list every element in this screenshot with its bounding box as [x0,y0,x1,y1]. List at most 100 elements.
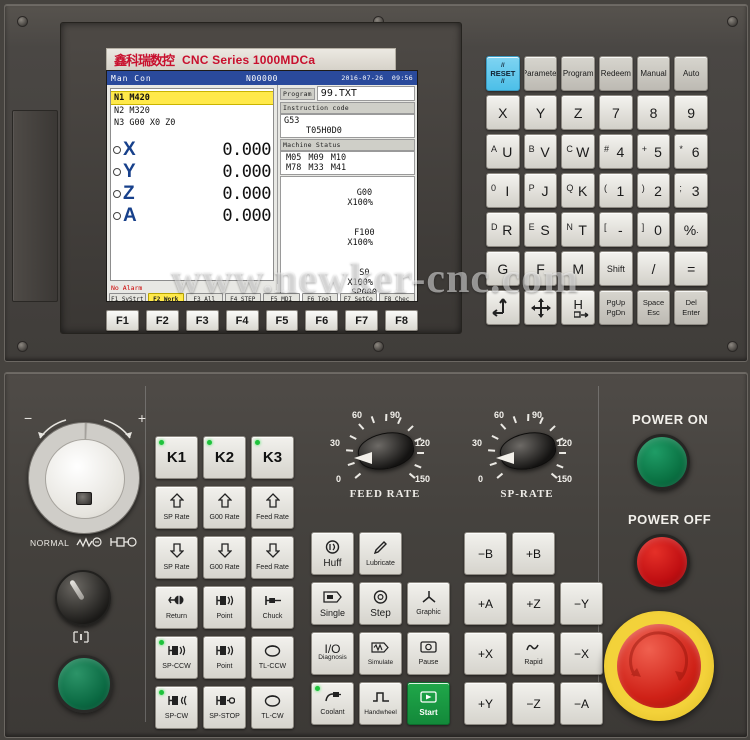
key-6[interactable]: * 6 [674,134,709,169]
key-9[interactable]: 9 [674,95,709,130]
huff-button[interactable]: Huff [311,532,354,575]
program-key[interactable]: Program [561,56,596,91]
key-5[interactable]: +5 [636,134,671,169]
key-minus[interactable]: [- [599,212,633,247]
spindle-cw-button[interactable]: SP-CW [155,686,198,729]
jog-plus-b[interactable]: +B [512,532,555,575]
key-7[interactable]: 7 [599,95,633,130]
return-button[interactable]: Return [155,586,198,629]
key-i[interactable]: 0I [486,173,520,208]
softkey-f8[interactable]: F8 Chec [378,293,415,301]
function-key-f4[interactable]: F4 [225,310,259,331]
manual-key[interactable]: Manual [636,56,671,91]
spindle-rate-dial[interactable]: 0 30 60 90 120 150 SP-RATE [452,400,602,500]
parameter-key[interactable]: Parameter [523,56,558,91]
g00-rate-down-button[interactable]: G00 Rate [203,536,246,579]
point-button[interactable]: Point [203,586,246,629]
k3-button[interactable]: K3 [251,436,294,479]
graphic-button[interactable]: Graphic [407,582,450,625]
simulate-button[interactable]: Simulate [359,632,402,675]
k2-button[interactable]: K2 [203,436,246,479]
step-button[interactable]: Step [359,582,402,625]
function-key-f2[interactable]: F2 [145,310,179,331]
function-key-f1[interactable]: F1 [106,310,139,331]
key-percent[interactable]: %. [674,212,709,247]
spindle-stop-button[interactable]: SP-STOP [203,686,246,729]
turret-cw-button[interactable]: TL-CW [251,686,294,729]
softkey-f7[interactable]: F7 SetCo [340,293,377,301]
key-x[interactable]: X [486,95,520,130]
chuck-button[interactable]: Chuck [251,586,294,629]
feed-rate-down-button[interactable]: Feed Rate [251,536,294,579]
emergency-stop-cap[interactable] [617,624,701,708]
key-slash[interactable]: / [636,251,671,286]
jog-plus-y[interactable]: +Y [464,682,507,725]
softkey-f4[interactable]: F4 STEP [224,293,261,301]
single-block-button[interactable]: Single [311,582,354,625]
key-s[interactable]: ES [523,212,558,247]
softkey-f6[interactable]: F6 Tool [301,293,338,301]
jog-minus-a[interactable]: −A [560,682,603,725]
mpg-dial-ring[interactable] [28,422,140,534]
jog-minus-z[interactable]: −Z [512,682,555,725]
function-key-f8[interactable]: F8 [385,310,418,331]
key-4[interactable]: #4 [599,134,633,169]
arrow-up-left-icon[interactable] [486,290,520,325]
feed-rate-dial[interactable]: 0 30 60 90 120 150 FEED RATE [310,400,460,500]
sp-rate-up-button[interactable]: SP Rate [155,486,198,529]
jog-minus-x[interactable]: −X [560,632,603,675]
key-equal[interactable]: = [674,251,709,286]
emergency-stop-button[interactable] [604,611,714,721]
handwheel-button[interactable]: Handwheel [359,682,402,725]
softkey-f1[interactable]: F1 SyStrt [109,293,146,301]
key-f[interactable]: F [523,251,558,286]
shift-key[interactable]: Shift [599,251,633,286]
key-r[interactable]: DR [486,212,520,247]
coolant-button[interactable]: Coolant [311,682,354,725]
key-j[interactable]: PJ [523,173,558,208]
jog-plus-x[interactable]: +X [464,632,507,675]
function-key-f3[interactable]: F3 [185,310,219,331]
key-t[interactable]: NT [561,212,596,247]
side-access-door[interactable] [12,110,58,302]
mode-selector-knob[interactable] [55,570,111,626]
pgup-pgdn-key[interactable]: PgUp PgDn [599,290,633,325]
cycle-start-button[interactable]: Start [407,682,450,725]
point-button-2[interactable]: Point [203,636,246,679]
key-3[interactable]: ; 3 [674,173,709,208]
sp-rate-down-button[interactable]: SP Rate [155,536,198,579]
auto-key[interactable]: Auto [674,56,709,91]
key-0[interactable]: ] 0 [636,212,671,247]
softkey-f5[interactable]: F5 MDI [263,293,300,301]
arrow-cross-icon[interactable] [523,290,558,325]
redeem-key[interactable]: Redeem [599,56,633,91]
spindle-ccw-button[interactable]: SP-CCW [155,636,198,679]
del-enter-key[interactable]: Del Enter [674,290,709,325]
power-off-button[interactable] [634,534,690,590]
key-g[interactable]: G [486,251,520,286]
turret-ccw-button[interactable]: TL-CCW [251,636,294,679]
function-key-f6[interactable]: F6 [305,310,339,331]
key-k[interactable]: QK [561,173,596,208]
rapid-button[interactable]: Rapid [512,632,555,675]
key-2[interactable]: ) 2 [636,173,671,208]
function-key-f7[interactable]: F7 [345,310,379,331]
key-z[interactable]: Z [561,95,596,130]
space-esc-key[interactable]: Space Esc [636,290,671,325]
function-key-f5[interactable]: F5 [265,310,299,331]
manual-pulse-generator[interactable]: − + [24,410,146,534]
k1-button[interactable]: K1 [155,436,198,479]
key-8[interactable]: 8 [636,95,671,130]
softkey-f2[interactable]: F2 Work [147,293,184,301]
spindle-rate-knob[interactable] [496,427,560,475]
program-protect-button[interactable] [55,655,113,713]
jog-plus-a[interactable]: +A [464,582,507,625]
program-block[interactable]: N1 M420 N2 M320 N3 G00 X0 Z0 X 0.000 Y 0… [110,88,274,281]
g00-rate-up-button[interactable]: G00 Rate [203,486,246,529]
jog-minus-y[interactable]: −Y [560,582,603,625]
lubricate-button[interactable]: Lubricate [359,532,402,575]
key-u[interactable]: AU [486,134,520,169]
softkey-f3[interactable]: F3 All [186,293,223,301]
power-on-button[interactable] [634,434,690,490]
key-w[interactable]: CW [561,134,596,169]
